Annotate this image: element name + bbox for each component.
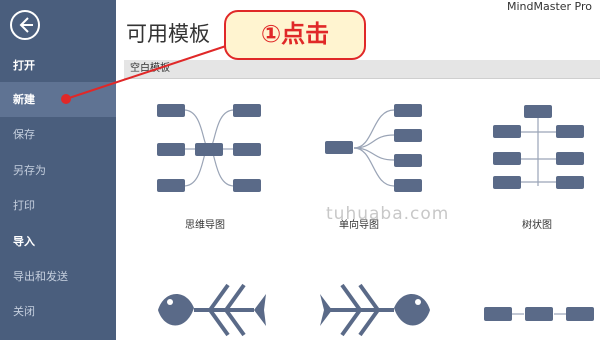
annotation-callout: ①点击 (224, 10, 366, 60)
watermark: tuhuaba.com (326, 204, 450, 224)
